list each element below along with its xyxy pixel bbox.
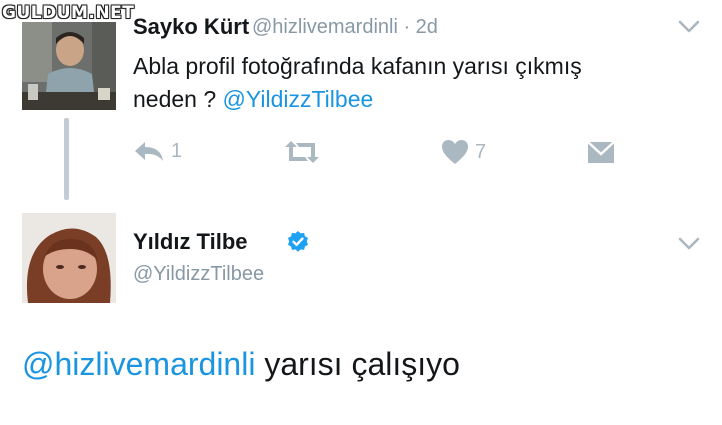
- avatar-photo-woman: [22, 213, 116, 303]
- verified-badge-icon: [286, 230, 310, 259]
- chevron-down-icon[interactable]: [678, 237, 700, 256]
- avatar-sayko[interactable]: [22, 22, 116, 110]
- tweet1-handle-time[interactable]: @hizlivemardinli · 2d: [252, 16, 438, 39]
- like-count: 7: [475, 140, 487, 163]
- tweet1-text-line1: Abla profil fotoğrafında kafanın yarısı …: [133, 53, 582, 79]
- tweet1-mention-link[interactable]: @YildizzTilbee: [223, 86, 374, 112]
- watermark-logo: GULDUM.NET: [2, 3, 135, 23]
- tweet2-text-body: yarısı çalışıyo: [255, 346, 460, 382]
- tweet2-text: @hizlivemardinli yarısı çalışıyo: [22, 346, 460, 383]
- tweet1-text: Abla profil fotoğrafında kafanın yarısı …: [133, 50, 703, 116]
- avatar-yildiz[interactable]: [22, 213, 116, 303]
- tweet2-handle[interactable]: @YildizzTilbee: [133, 263, 264, 286]
- tweet2-mention-link[interactable]: @hizlivemardinli: [22, 346, 255, 382]
- retweet-icon: [285, 141, 319, 163]
- chevron-down-icon[interactable]: [678, 20, 700, 39]
- reply-icon: [135, 142, 163, 161]
- direct-message-button[interactable]: [587, 140, 615, 164]
- reply-count: 1: [171, 139, 183, 162]
- retweet-button[interactable]: [283, 140, 321, 164]
- tweet1-text-prefix: neden ?: [133, 86, 223, 112]
- reply-button[interactable]: 1: [133, 139, 182, 163]
- heart-icon: [442, 140, 468, 164]
- like-button[interactable]: 7: [441, 139, 486, 165]
- tweet2-author-name[interactable]: Yıldız Tilbe: [133, 229, 248, 255]
- tweet1-author-name[interactable]: Sayko Kürt: [133, 14, 249, 40]
- thread-connector-line: [64, 118, 69, 200]
- dm-icon: [587, 141, 615, 163]
- avatar-photo-man: [22, 22, 116, 110]
- tweet1-text-line2: neden ? @YildizzTilbee: [133, 83, 703, 116]
